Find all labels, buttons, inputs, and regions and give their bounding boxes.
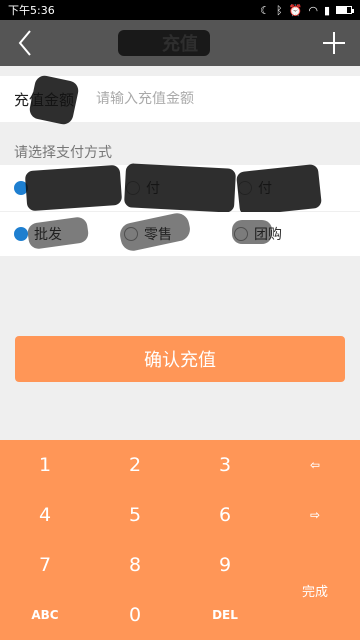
redaction-scribble [232, 220, 272, 244]
key-6[interactable]: 6 [180, 490, 270, 540]
signal-icon: ▮ [323, 3, 330, 17]
key-4[interactable]: 4 [0, 490, 90, 540]
confirm-recharge-button[interactable]: 确认充值 [15, 336, 345, 382]
delete-icon[interactable]: DEL [180, 590, 270, 640]
done-button[interactable]: 完成 [270, 540, 360, 640]
key-7[interactable]: 7 [0, 540, 90, 590]
back-chevron-icon[interactable] [12, 26, 40, 60]
battery-fill [337, 7, 347, 13]
payment-section-label: 请选择支付方式 [14, 145, 112, 161]
cursor-left-icon[interactable]: ⇦ [270, 440, 360, 490]
key-9[interactable]: 9 [180, 540, 270, 590]
numeric-keypad: 1 2 3 ⇦ 4 5 6 ⇨ 7 8 9 完成 ABC 0 DEL [0, 440, 360, 640]
redaction-scribble [27, 73, 81, 127]
moon-icon: ☾ [260, 3, 271, 17]
plus-icon[interactable] [320, 29, 348, 57]
status-icons: ☾ ᛒ ⏰ ◠ ▮ [260, 3, 354, 17]
key-2[interactable]: 2 [90, 440, 180, 490]
radio-icon[interactable] [14, 227, 28, 241]
key-0[interactable]: 0 [90, 590, 180, 640]
key-5[interactable]: 5 [90, 490, 180, 540]
abc-key[interactable]: ABC [0, 590, 90, 640]
battery-icon [336, 6, 354, 14]
wifi-icon: ◠ [308, 3, 318, 17]
alarm-icon: ⏰ [288, 3, 303, 17]
status-time: 下午5:36 [8, 4, 55, 17]
redaction-scribble [24, 164, 123, 212]
redaction-scribble [123, 163, 237, 213]
cursor-right-icon[interactable]: ⇨ [270, 490, 360, 540]
key-8[interactable]: 8 [90, 540, 180, 590]
redaction-scribble [235, 163, 323, 217]
key-1[interactable]: 1 [0, 440, 90, 490]
redaction-scribble [118, 30, 210, 56]
status-bar: 下午5:36 ☾ ᛒ ⏰ ◠ ▮ [0, 0, 360, 20]
bluetooth-icon: ᛒ [276, 3, 283, 17]
key-3[interactable]: 3 [180, 440, 270, 490]
amount-input[interactable] [96, 91, 336, 107]
